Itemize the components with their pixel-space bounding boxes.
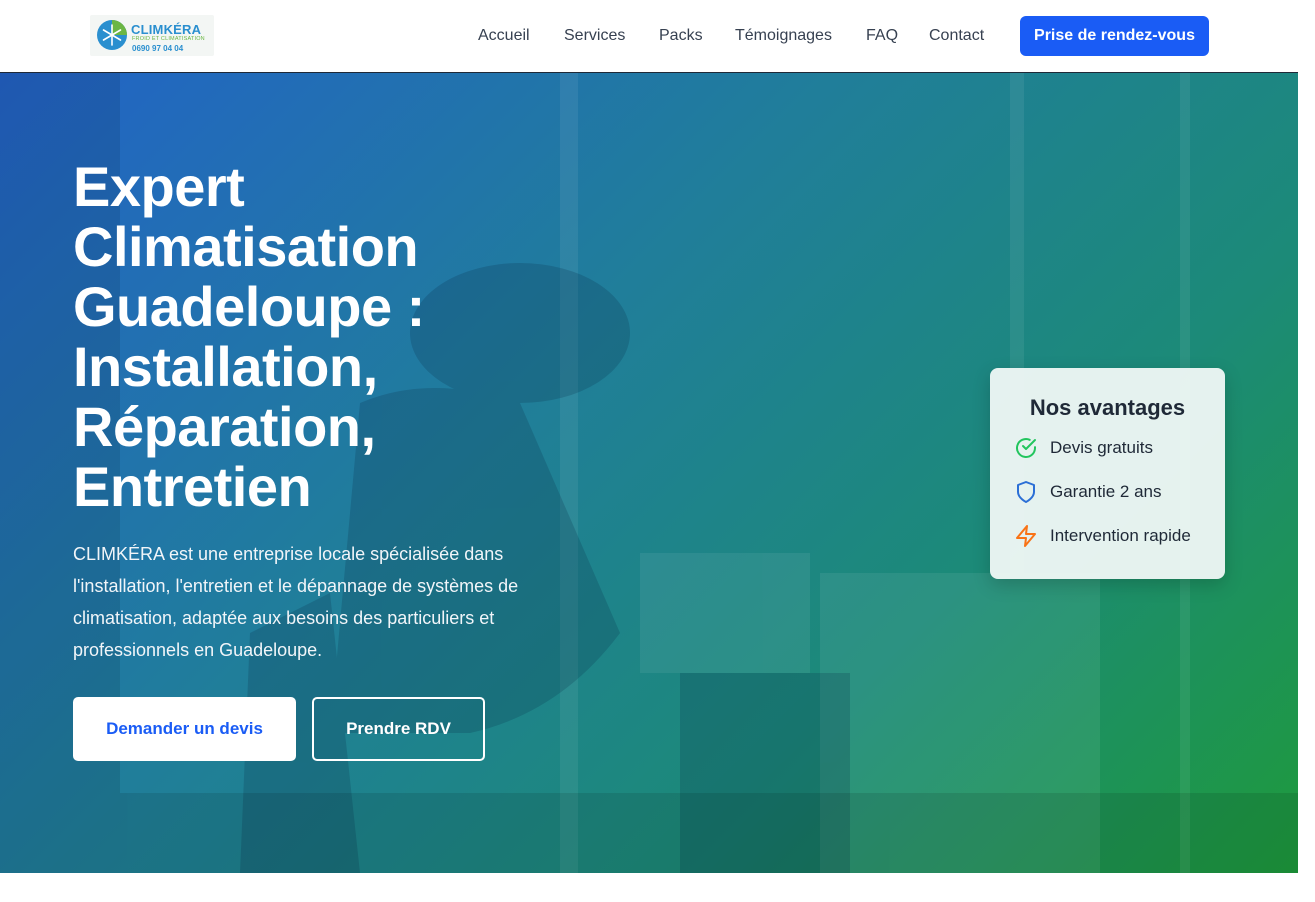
book-appointment-button[interactable]: Prendre RDV [312,697,485,761]
nav-item-accueil[interactable]: Accueil [478,26,530,46]
hero-section: Expert Climatisation Guadeloupe : Instal… [0,73,1298,873]
brand-name: CLIMKÉRA [131,22,202,37]
advantage-item-free-quote: Devis gratuits [1014,435,1153,461]
site-header: CLIMKÉRA FROID ET CLIMATISATION 0690 97 … [0,0,1298,73]
snowflake-leaf-logo-icon [97,20,127,50]
nav-item-faq[interactable]: FAQ [866,26,898,46]
advantage-item-fast-service: Intervention rapide [1014,523,1191,549]
advantage-item-warranty: Garantie 2 ans [1014,479,1162,505]
appointment-button[interactable]: Prise de rendez-vous [1020,16,1209,56]
advantages-card: Nos avantages Devis gratuits Garantie 2 … [990,368,1225,579]
lightning-icon [1016,525,1036,547]
shield-icon [1017,481,1035,503]
brand-phone: 0690 97 04 04 [132,44,184,53]
hero-description: CLIMKÉRA est une entreprise locale spéci… [73,544,519,660]
brand-tagline: FROID ET CLIMATISATION [132,36,205,42]
advantage-label: Garantie 2 ans [1050,482,1162,501]
check-circle-icon [1016,438,1036,458]
request-quote-button[interactable]: Demander un devis [73,697,296,761]
nav-item-temoignages[interactable]: Témoignages [735,26,832,46]
brand-logo[interactable]: CLIMKÉRA FROID ET CLIMATISATION 0690 97 … [90,15,214,56]
nav-item-services[interactable]: Services [564,26,625,46]
hero-title: Expert Climatisation Guadeloupe : Instal… [73,155,425,518]
advantages-title: Nos avantages [1029,395,1186,420]
nav-item-contact[interactable]: Contact [929,26,984,46]
advantage-label: Devis gratuits [1050,438,1153,457]
nav-item-packs[interactable]: Packs [659,26,703,46]
advantage-label: Intervention rapide [1050,526,1191,545]
